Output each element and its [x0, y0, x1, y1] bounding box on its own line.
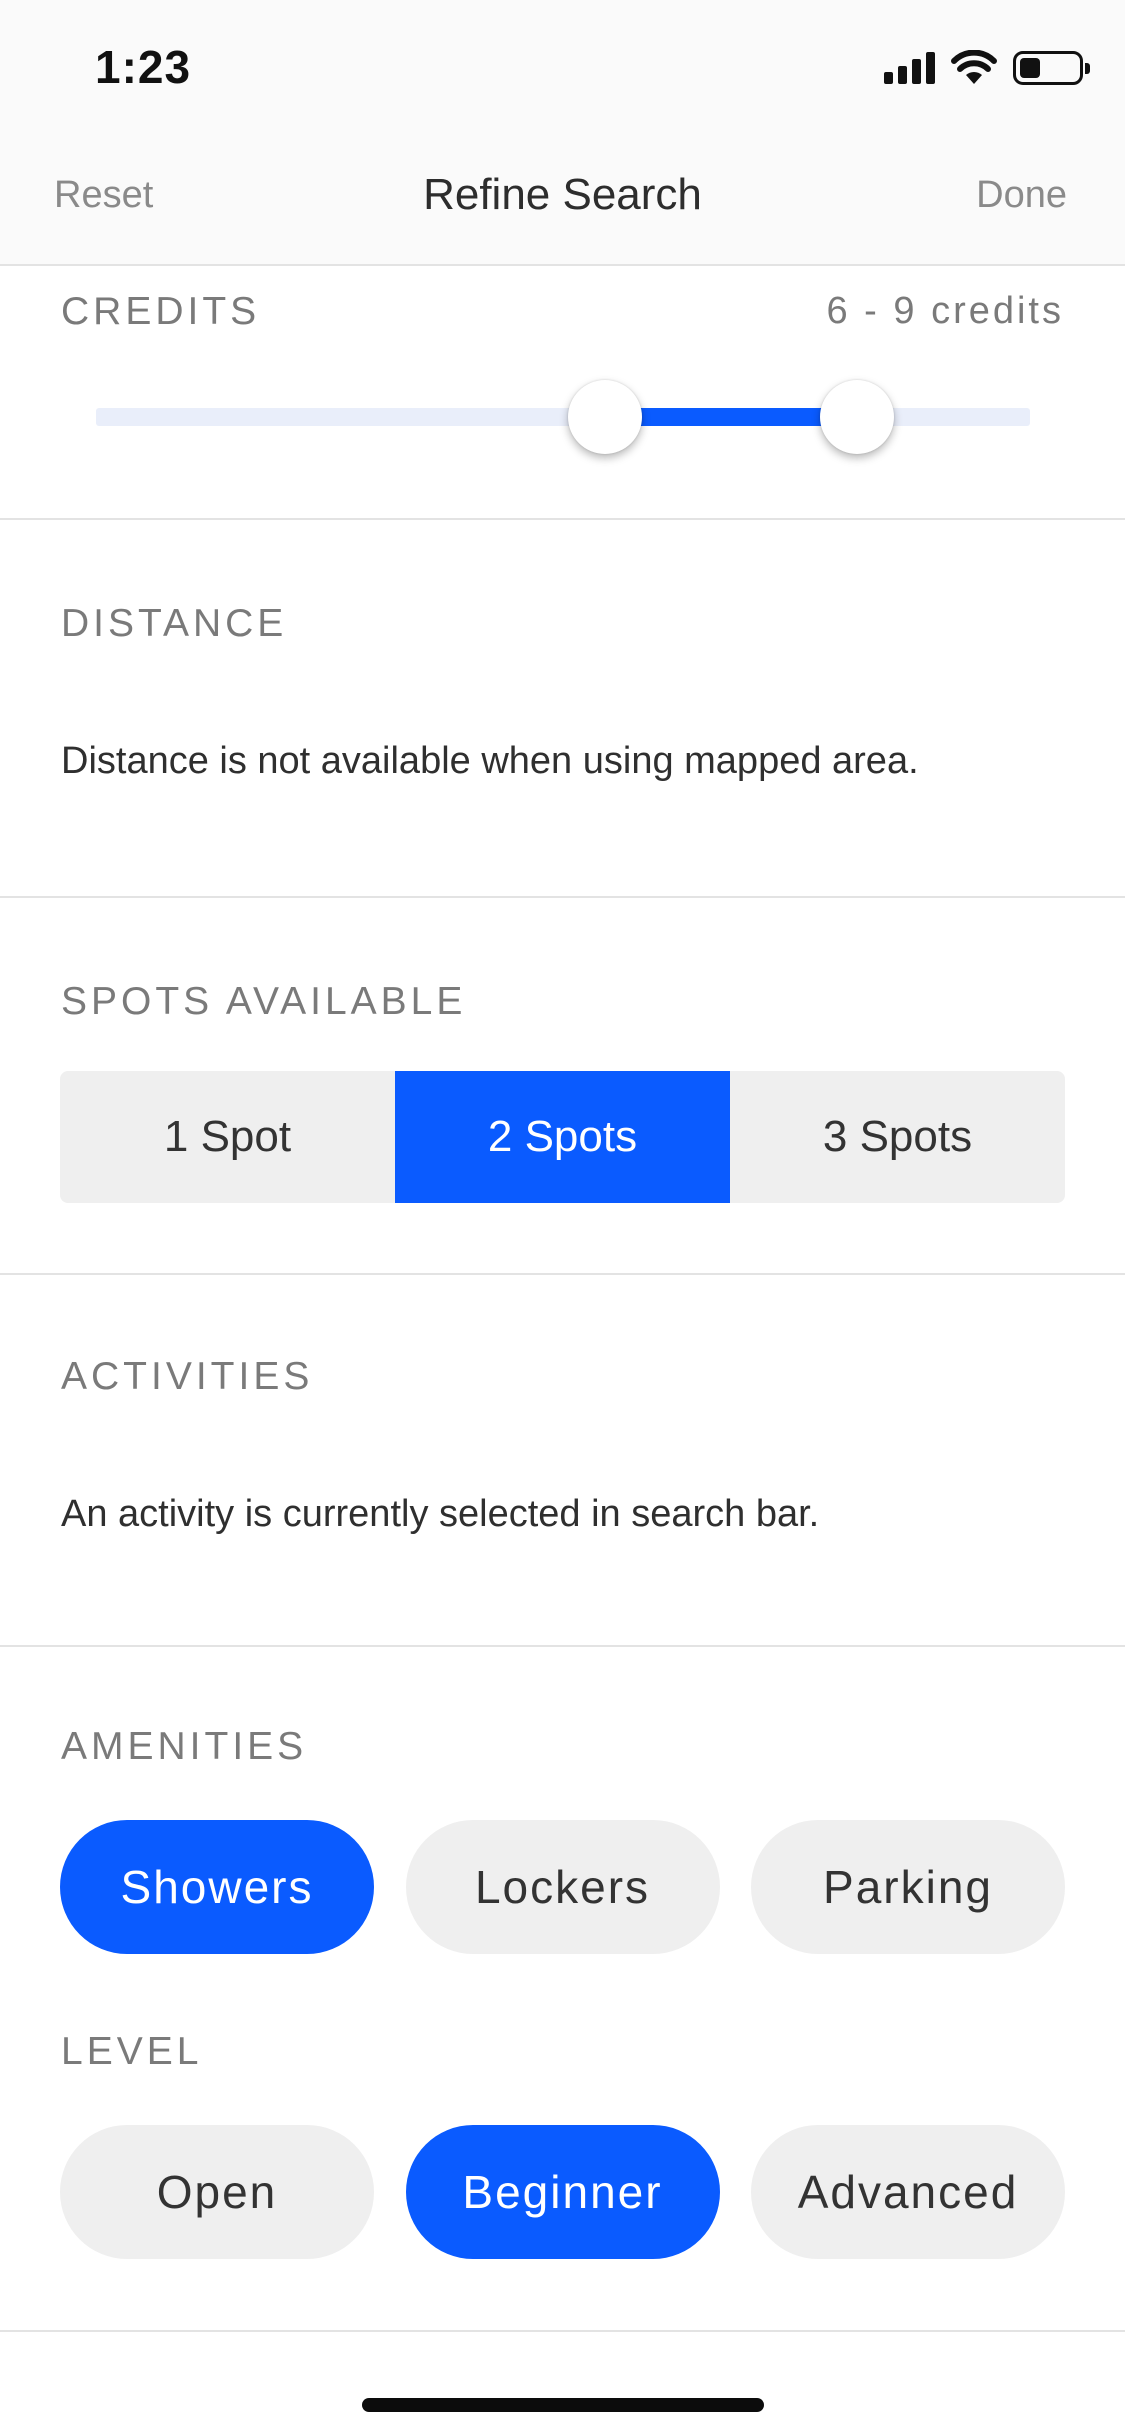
- status-bar: 1:23: [0, 0, 1125, 132]
- spots-option-2[interactable]: 2 Spots: [395, 1071, 730, 1203]
- credits-range-slider[interactable]: [96, 380, 1030, 454]
- distance-section: DISTANCE Distance is not available when …: [0, 520, 1125, 898]
- distance-note: Distance is not available when using map…: [61, 740, 919, 782]
- spots-label: SPOTS AVAILABLE: [61, 980, 467, 1023]
- activities-label: ACTIVITIES: [61, 1355, 314, 1398]
- activities-note: An activity is currently selected in sea…: [61, 1493, 820, 1535]
- slider-thumb-max[interactable]: [820, 380, 895, 454]
- slider-thumb-min[interactable]: [568, 380, 643, 454]
- status-icons: [884, 48, 1090, 88]
- credits-section: CREDITS 6 - 9 credits: [0, 268, 1125, 520]
- done-button[interactable]: Done: [976, 174, 1067, 217]
- amenity-showers-chip[interactable]: Showers: [60, 1820, 374, 1954]
- activities-section: ACTIVITIES An activity is currently sele…: [0, 1275, 1125, 1647]
- status-time: 1:23: [95, 41, 192, 93]
- nav-bar: Reset Refine Search Done: [0, 132, 1125, 266]
- amenity-parking-chip[interactable]: Parking: [751, 1820, 1065, 1954]
- distance-label: DISTANCE: [61, 602, 288, 645]
- level-beginner-chip[interactable]: Beginner: [405, 2125, 720, 2259]
- level-open-chip[interactable]: Open: [60, 2125, 374, 2259]
- amenities-level-section: AMENITIES Showers Lockers Parking LEVEL Op…: [0, 1647, 1125, 2332]
- spots-segmented-control: 1 Spot 2 Spots 3 Spots: [60, 1071, 1065, 1203]
- spots-option-3[interactable]: 3 Spots: [730, 1071, 1065, 1203]
- level-label: LEVEL: [61, 2030, 203, 2073]
- home-indicator: [362, 2398, 764, 2412]
- credits-label: CREDITS: [61, 290, 261, 333]
- amenities-label: AMENITIES: [61, 1725, 308, 1768]
- spots-option-1[interactable]: 1 Spot: [60, 1071, 395, 1203]
- spots-section: SPOTS AVAILABLE 1 Spot 2 Spots 3 Spots: [0, 898, 1125, 1275]
- page-title: Refine Search: [423, 170, 702, 219]
- amenity-lockers-chip[interactable]: Lockers: [405, 1820, 720, 1954]
- amenities-options: Showers Lockers Parking: [60, 1820, 1065, 1954]
- credits-value: 6 - 9 credits: [826, 290, 1064, 332]
- battery-icon: [1013, 51, 1090, 85]
- wifi-icon: [951, 50, 997, 84]
- level-options: Open Beginner Advanced: [60, 2125, 1065, 2259]
- cellular-signal-icon: [884, 52, 935, 84]
- level-advanced-chip[interactable]: Advanced: [751, 2125, 1065, 2259]
